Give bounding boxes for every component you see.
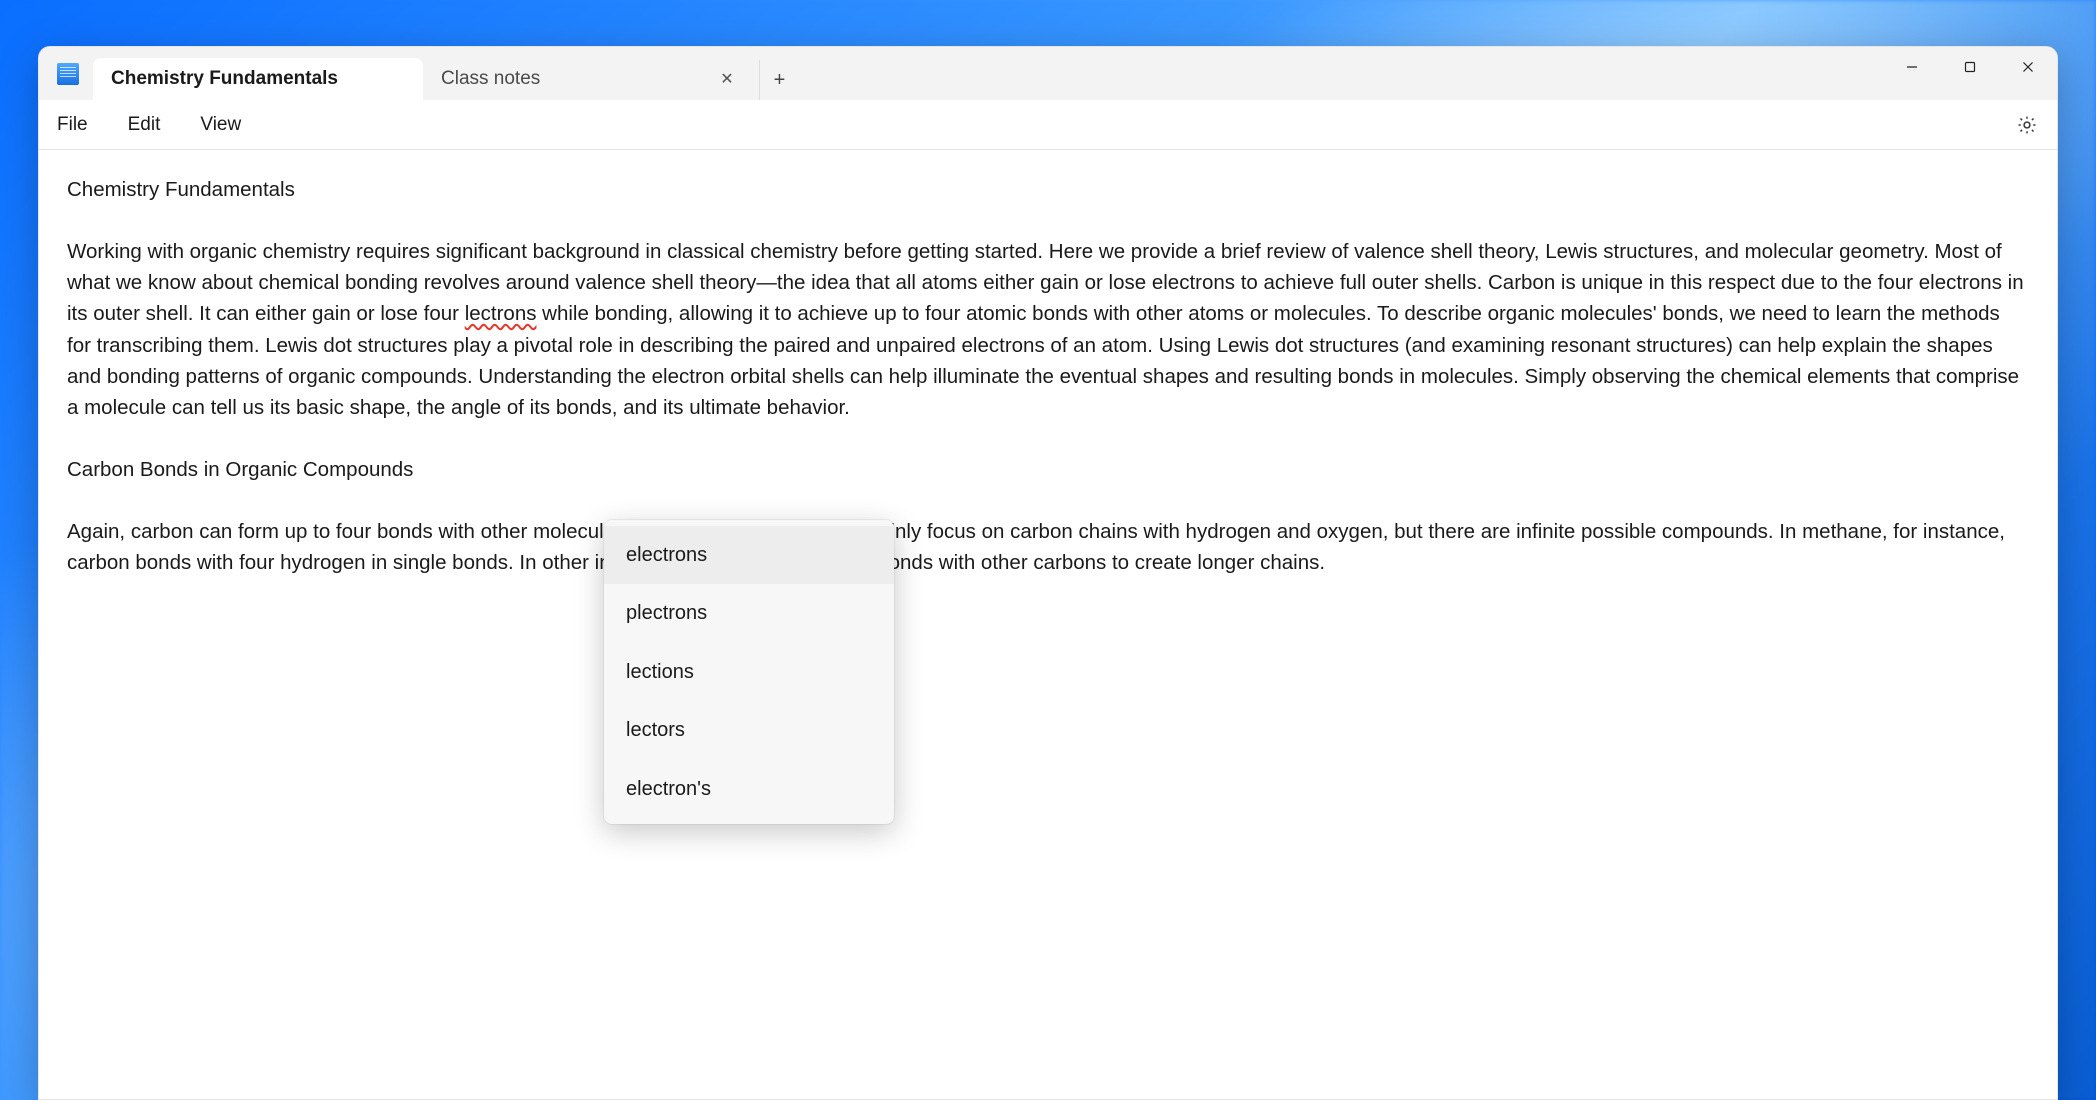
settings-button[interactable] — [2007, 105, 2047, 145]
new-tab-button[interactable]: + — [759, 60, 799, 100]
document-title: Chemistry Fundamentals — [67, 174, 2029, 205]
menubar: File Edit View — [39, 100, 2057, 150]
paragraph: Again, carbon can form up to four bonds … — [67, 516, 2029, 578]
spellcheck-menu: electrons plectrons lections lectors ele… — [604, 520, 894, 824]
notepad-window: Chemistry Fundamentals Class notes ✕ + F… — [38, 46, 2058, 1100]
gear-icon — [2016, 114, 2038, 136]
notepad-app-icon — [57, 63, 79, 85]
spell-suggestion[interactable]: plectrons — [604, 584, 894, 642]
paragraph: Working with organic chemistry requires … — [67, 236, 2029, 423]
tab-active[interactable]: Chemistry Fundamentals — [93, 58, 423, 100]
maximize-button[interactable] — [1941, 47, 1999, 87]
tab-label: Chemistry Fundamentals — [111, 68, 409, 90]
close-button[interactable] — [1999, 47, 2057, 87]
spell-suggestion[interactable]: electron's — [604, 760, 894, 818]
window-controls — [1883, 47, 2057, 87]
tab-strip: Chemistry Fundamentals Class notes ✕ + — [93, 47, 1883, 100]
spell-suggestion[interactable]: lections — [604, 643, 894, 701]
spell-suggestion[interactable]: lectors — [604, 701, 894, 759]
text-editor[interactable]: Chemistry Fundamentals Working with orga… — [39, 150, 2057, 1099]
spell-suggestion[interactable]: electrons — [604, 526, 894, 584]
menu-file[interactable]: File — [45, 108, 108, 142]
section-heading: Carbon Bonds in Organic Compounds — [67, 454, 2029, 485]
misspelled-word[interactable]: lectrons — [465, 302, 537, 325]
tab-inactive[interactable]: Class notes ✕ — [423, 58, 753, 100]
titlebar: Chemistry Fundamentals Class notes ✕ + — [39, 47, 2057, 100]
menu-view[interactable]: View — [180, 108, 261, 142]
tab-label: Class notes — [441, 68, 715, 90]
plus-icon: + — [774, 69, 786, 92]
minimize-button[interactable] — [1883, 47, 1941, 87]
menu-edit[interactable]: Edit — [108, 108, 181, 142]
close-icon[interactable]: ✕ — [715, 67, 739, 91]
